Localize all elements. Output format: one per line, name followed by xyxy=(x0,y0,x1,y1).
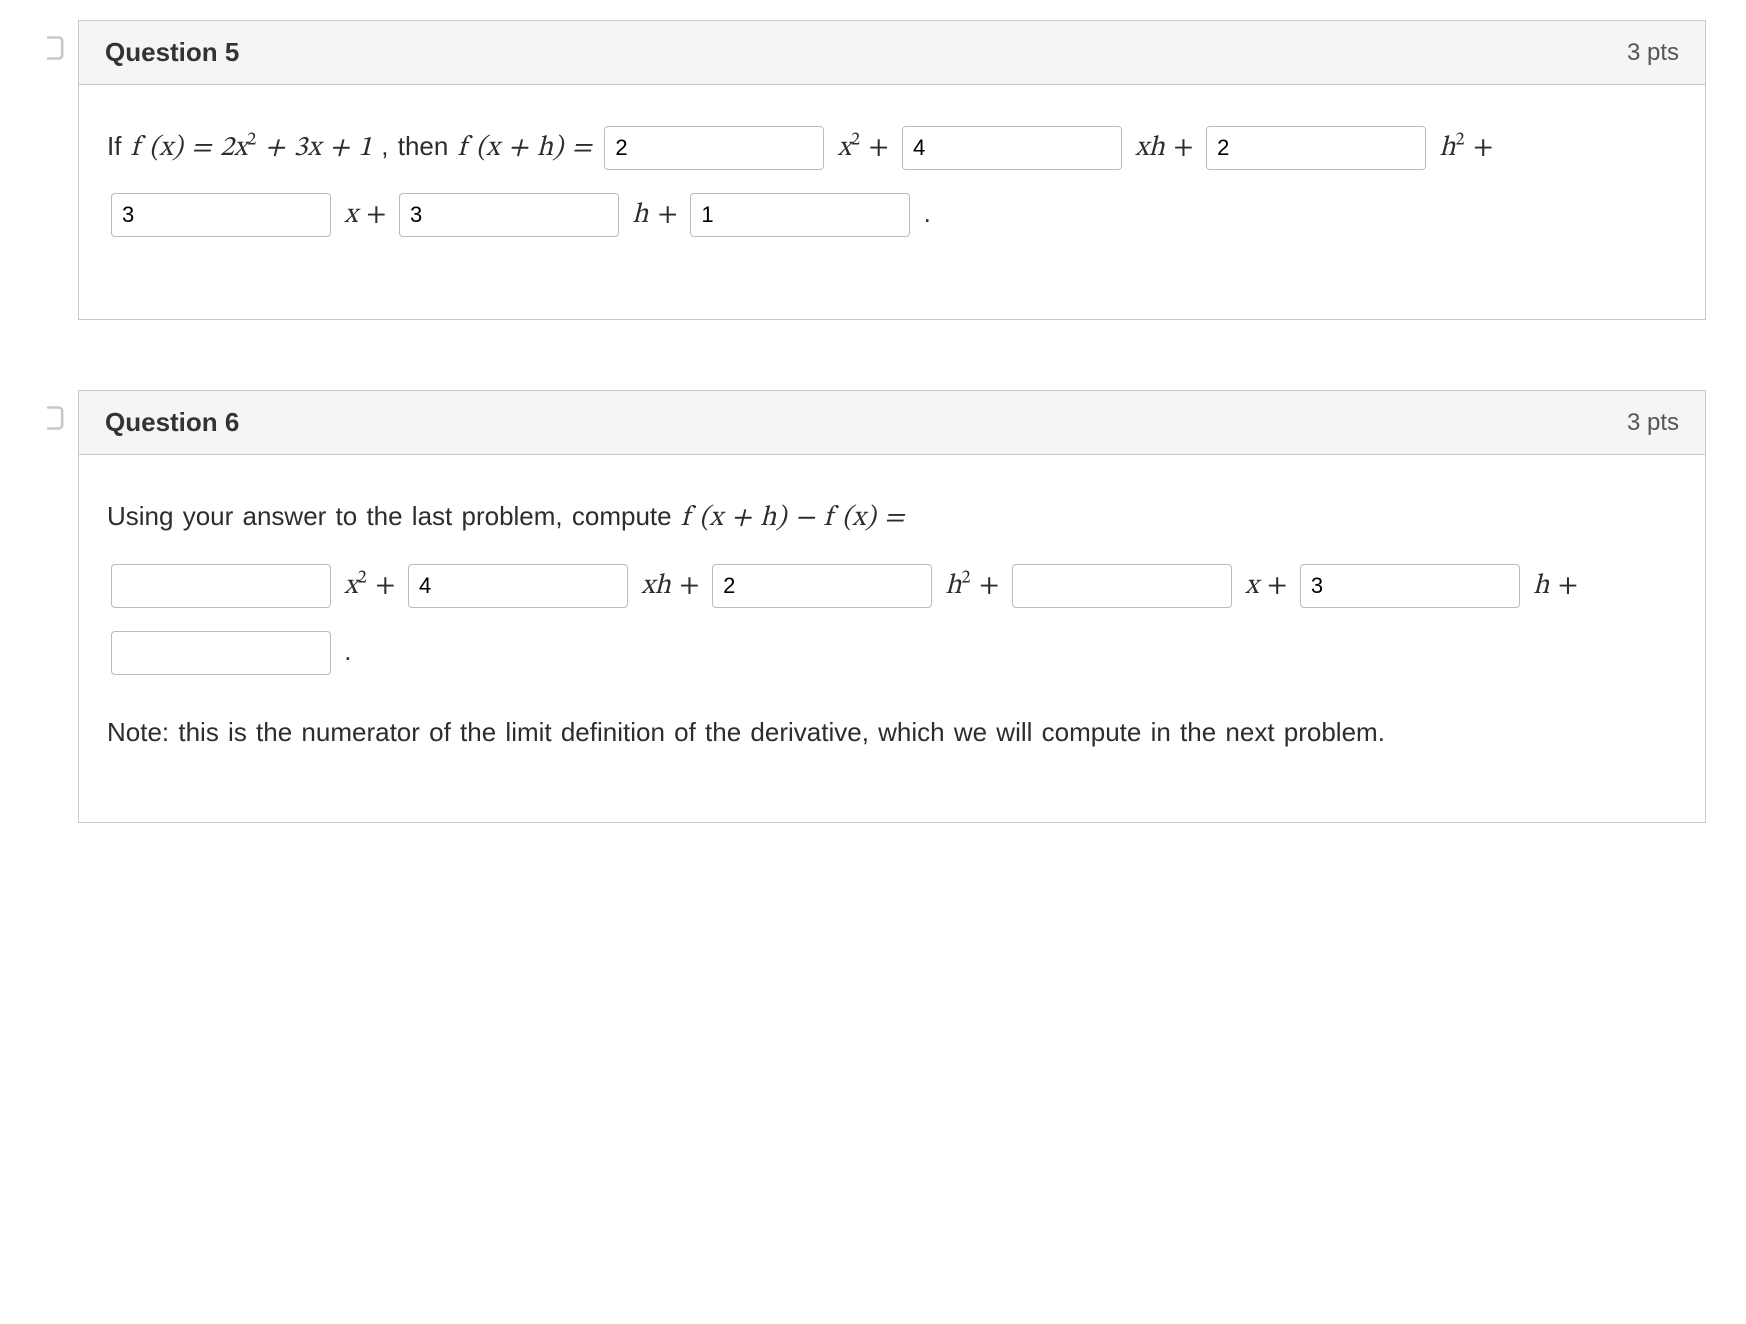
question-5-points: 3 pts xyxy=(1627,39,1679,67)
q5-blank-5[interactable] xyxy=(399,193,619,237)
q5-fxh: f (x + h) = xyxy=(458,134,601,162)
q5-blank-6[interactable] xyxy=(690,193,910,237)
status-icon xyxy=(40,404,68,432)
q6-blank-6[interactable] xyxy=(111,631,331,675)
question-6-header: Question 6 3 pts xyxy=(79,391,1705,455)
q6-blank-5[interactable] xyxy=(1300,564,1520,608)
q6-blank-3[interactable] xyxy=(712,564,932,608)
question-6-body: Using your answer to the last problem, c… xyxy=(79,455,1705,822)
q6-term-xh: xh xyxy=(641,572,671,600)
q6-term-x2: x2 xyxy=(344,572,366,600)
q5-term-x: x xyxy=(344,201,357,229)
question-6-title: Question 6 xyxy=(105,407,239,438)
q5-dot: . xyxy=(924,198,931,228)
q6-blank-1[interactable] xyxy=(111,564,331,608)
question-5-title: Question 5 xyxy=(105,37,239,68)
q5-term-x2: x2 xyxy=(838,134,860,162)
question-6-card: Question 6 3 pts Using your answer to th… xyxy=(78,390,1706,823)
q5-text-if: If xyxy=(107,131,131,161)
q6-term-h: h xyxy=(1533,572,1549,600)
q6-blank-2[interactable] xyxy=(408,564,628,608)
status-icon xyxy=(40,34,68,62)
q5-blank-2[interactable] xyxy=(902,126,1122,170)
q5-text-then: , then xyxy=(372,131,458,161)
question-5-card: Question 5 3 pts If f (x) = 2x2 + 3x + 1… xyxy=(78,20,1706,320)
question-5-header: Question 5 3 pts xyxy=(79,21,1705,85)
q5-term-h2: h2 xyxy=(1439,134,1464,162)
q6-term-h2: h2 xyxy=(945,572,970,600)
q6-expr: f (x + h) − f (x) = xyxy=(681,504,905,532)
q5-term-xh: xh xyxy=(1135,134,1165,162)
question-6-points: 3 pts xyxy=(1627,409,1679,437)
q6-note: Note: this is the numerator of the limit… xyxy=(107,712,1677,752)
q6-blank-4[interactable] xyxy=(1012,564,1232,608)
q6-intro: Using your answer to the last problem, c… xyxy=(107,501,681,531)
q5-blank-1[interactable] xyxy=(604,126,824,170)
q6-term-x: x xyxy=(1245,572,1258,600)
question-5-body: If f (x) = 2x2 + 3x + 1 , then f (x + h)… xyxy=(79,85,1705,319)
q6-dot: . xyxy=(344,636,351,666)
q5-fx: f (x) = 2x2 + 3x + 1 xyxy=(131,134,372,162)
q5-term-h: h xyxy=(632,201,648,229)
q5-blank-3[interactable] xyxy=(1206,126,1426,170)
q5-blank-4[interactable] xyxy=(111,193,331,237)
